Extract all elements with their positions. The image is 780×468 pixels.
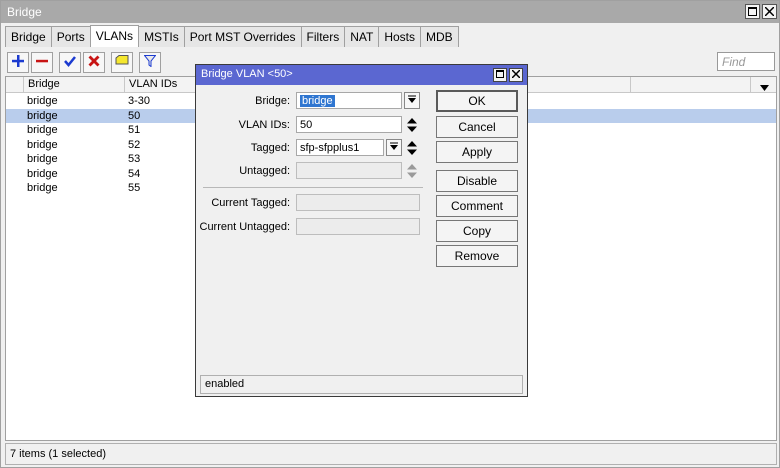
cell-bridge: bridge (27, 95, 58, 107)
window-title: Bridge (7, 5, 42, 19)
filter-icon (143, 55, 157, 70)
tab-nat[interactable]: NAT (344, 26, 380, 47)
window-titlebar[interactable]: Bridge (1, 1, 779, 23)
cell-bridge: bridge (27, 167, 58, 180)
find-input[interactable]: Find (717, 52, 775, 71)
checkmark-icon (64, 55, 76, 70)
minus-icon (36, 55, 48, 70)
cell-bridge: bridge (27, 182, 58, 194)
dropdown-arrow-icon (390, 142, 398, 154)
tab-mdb[interactable]: MDB (420, 26, 459, 47)
untagged-label: Untagged: (239, 165, 290, 177)
vlan-ids-input[interactable]: 50 (296, 116, 402, 133)
bridge-dropdown-button[interactable] (404, 92, 420, 109)
add-button[interactable] (7, 52, 29, 73)
current-tagged-field (296, 194, 420, 211)
dropdown-arrow-icon (408, 95, 416, 107)
tab-mstis[interactable]: MSTIs (138, 26, 185, 47)
dialog-status-text: enabled (205, 378, 245, 390)
tab-bridge[interactable]: Bridge (5, 26, 52, 47)
tab-port-mst-overrides[interactable]: Port MST Overrides (183, 26, 302, 47)
cell-vlan-ids: 53 (128, 153, 141, 165)
status-bar: 7 items (1 selected) (5, 443, 777, 465)
bridge-label: Bridge: (255, 95, 290, 107)
untagged-input[interactable] (296, 162, 402, 179)
tab-bar: Bridge Ports VLANs MSTIs Port MST Overri… (5, 25, 459, 47)
dialog-status-bar: enabled (200, 375, 523, 394)
restore-icon (496, 69, 504, 81)
remove-button[interactable]: Remove (436, 245, 518, 267)
item-count: 7 items (1 selected) (10, 448, 106, 460)
apply-button[interactable]: Apply (436, 141, 518, 163)
comment-icon (115, 55, 129, 70)
cell-vlan-ids: 55 (128, 182, 141, 194)
tagged-label: Tagged: (250, 142, 290, 154)
dialog-close-button[interactable] (509, 68, 523, 82)
remove-button[interactable] (31, 52, 53, 73)
bridge-value: bridge (300, 95, 335, 107)
dialog-titlebar[interactable]: Bridge VLAN <50> (196, 65, 527, 85)
x-mark-icon (88, 55, 100, 70)
current-tagged-label: Current Tagged: (211, 197, 290, 209)
comment-button[interactable] (111, 52, 133, 73)
column-menu-button[interactable] (751, 77, 776, 93)
tagged-dropdown-button[interactable] (386, 139, 402, 156)
bridge-vlan-dialog: Bridge VLAN <50> Bridge: bridge VLAN IDs… (195, 64, 528, 397)
filter-button[interactable] (139, 52, 161, 73)
cell-vlan-ids: 51 (128, 124, 141, 136)
comment-button[interactable]: Comment (436, 195, 518, 217)
copy-button[interactable]: Copy (436, 220, 518, 242)
tab-ports[interactable]: Ports (50, 26, 91, 47)
dialog-restore-button[interactable] (493, 68, 507, 82)
close-icon (764, 5, 775, 19)
cell-bridge: bridge (27, 138, 58, 151)
enable-button[interactable] (59, 52, 81, 73)
header-spacer (6, 77, 24, 93)
cell-bridge: bridge (27, 109, 58, 122)
ok-button[interactable]: OK (436, 90, 518, 112)
cell-vlan-ids: 50 (128, 109, 141, 122)
column-header-empty[interactable] (631, 77, 751, 93)
separator (203, 187, 423, 188)
restore-window-button[interactable] (745, 4, 760, 19)
tab-filters[interactable]: Filters (300, 26, 346, 47)
bridge-select[interactable]: bridge (296, 92, 402, 109)
cell-vlan-ids: 54 (128, 167, 141, 180)
tagged-value: sfp-sfpplus1 (300, 142, 360, 154)
current-untagged-label: Current Untagged: (199, 221, 291, 233)
cell-bridge: bridge (27, 153, 58, 165)
disable-button[interactable]: Disable (436, 170, 518, 192)
cell-vlan-ids: 52 (128, 138, 141, 151)
cell-bridge: bridge (27, 124, 58, 136)
vlan-ids-label: VLAN IDs: (238, 119, 290, 131)
tab-vlans[interactable]: VLANs (89, 25, 140, 47)
column-header-bridge[interactable]: Bridge (24, 77, 125, 93)
close-icon (511, 69, 521, 81)
vlan-ids-updown-icon[interactable] (406, 116, 418, 133)
cell-vlan-ids: 3-30 (128, 95, 151, 107)
disable-button[interactable] (83, 52, 105, 73)
vlan-ids-value: 50 (300, 119, 313, 131)
restore-icon (748, 5, 757, 19)
current-untagged-field (296, 218, 420, 235)
tab-hosts[interactable]: Hosts (378, 26, 422, 47)
cancel-button[interactable]: Cancel (436, 116, 518, 138)
dialog-title: Bridge VLAN <50> (201, 68, 293, 80)
close-window-button[interactable] (762, 4, 777, 19)
tagged-updown-icon[interactable] (406, 139, 418, 156)
tagged-select[interactable]: sfp-sfpplus1 (296, 139, 384, 156)
untagged-updown-icon[interactable] (406, 162, 418, 179)
plus-icon (12, 55, 24, 70)
